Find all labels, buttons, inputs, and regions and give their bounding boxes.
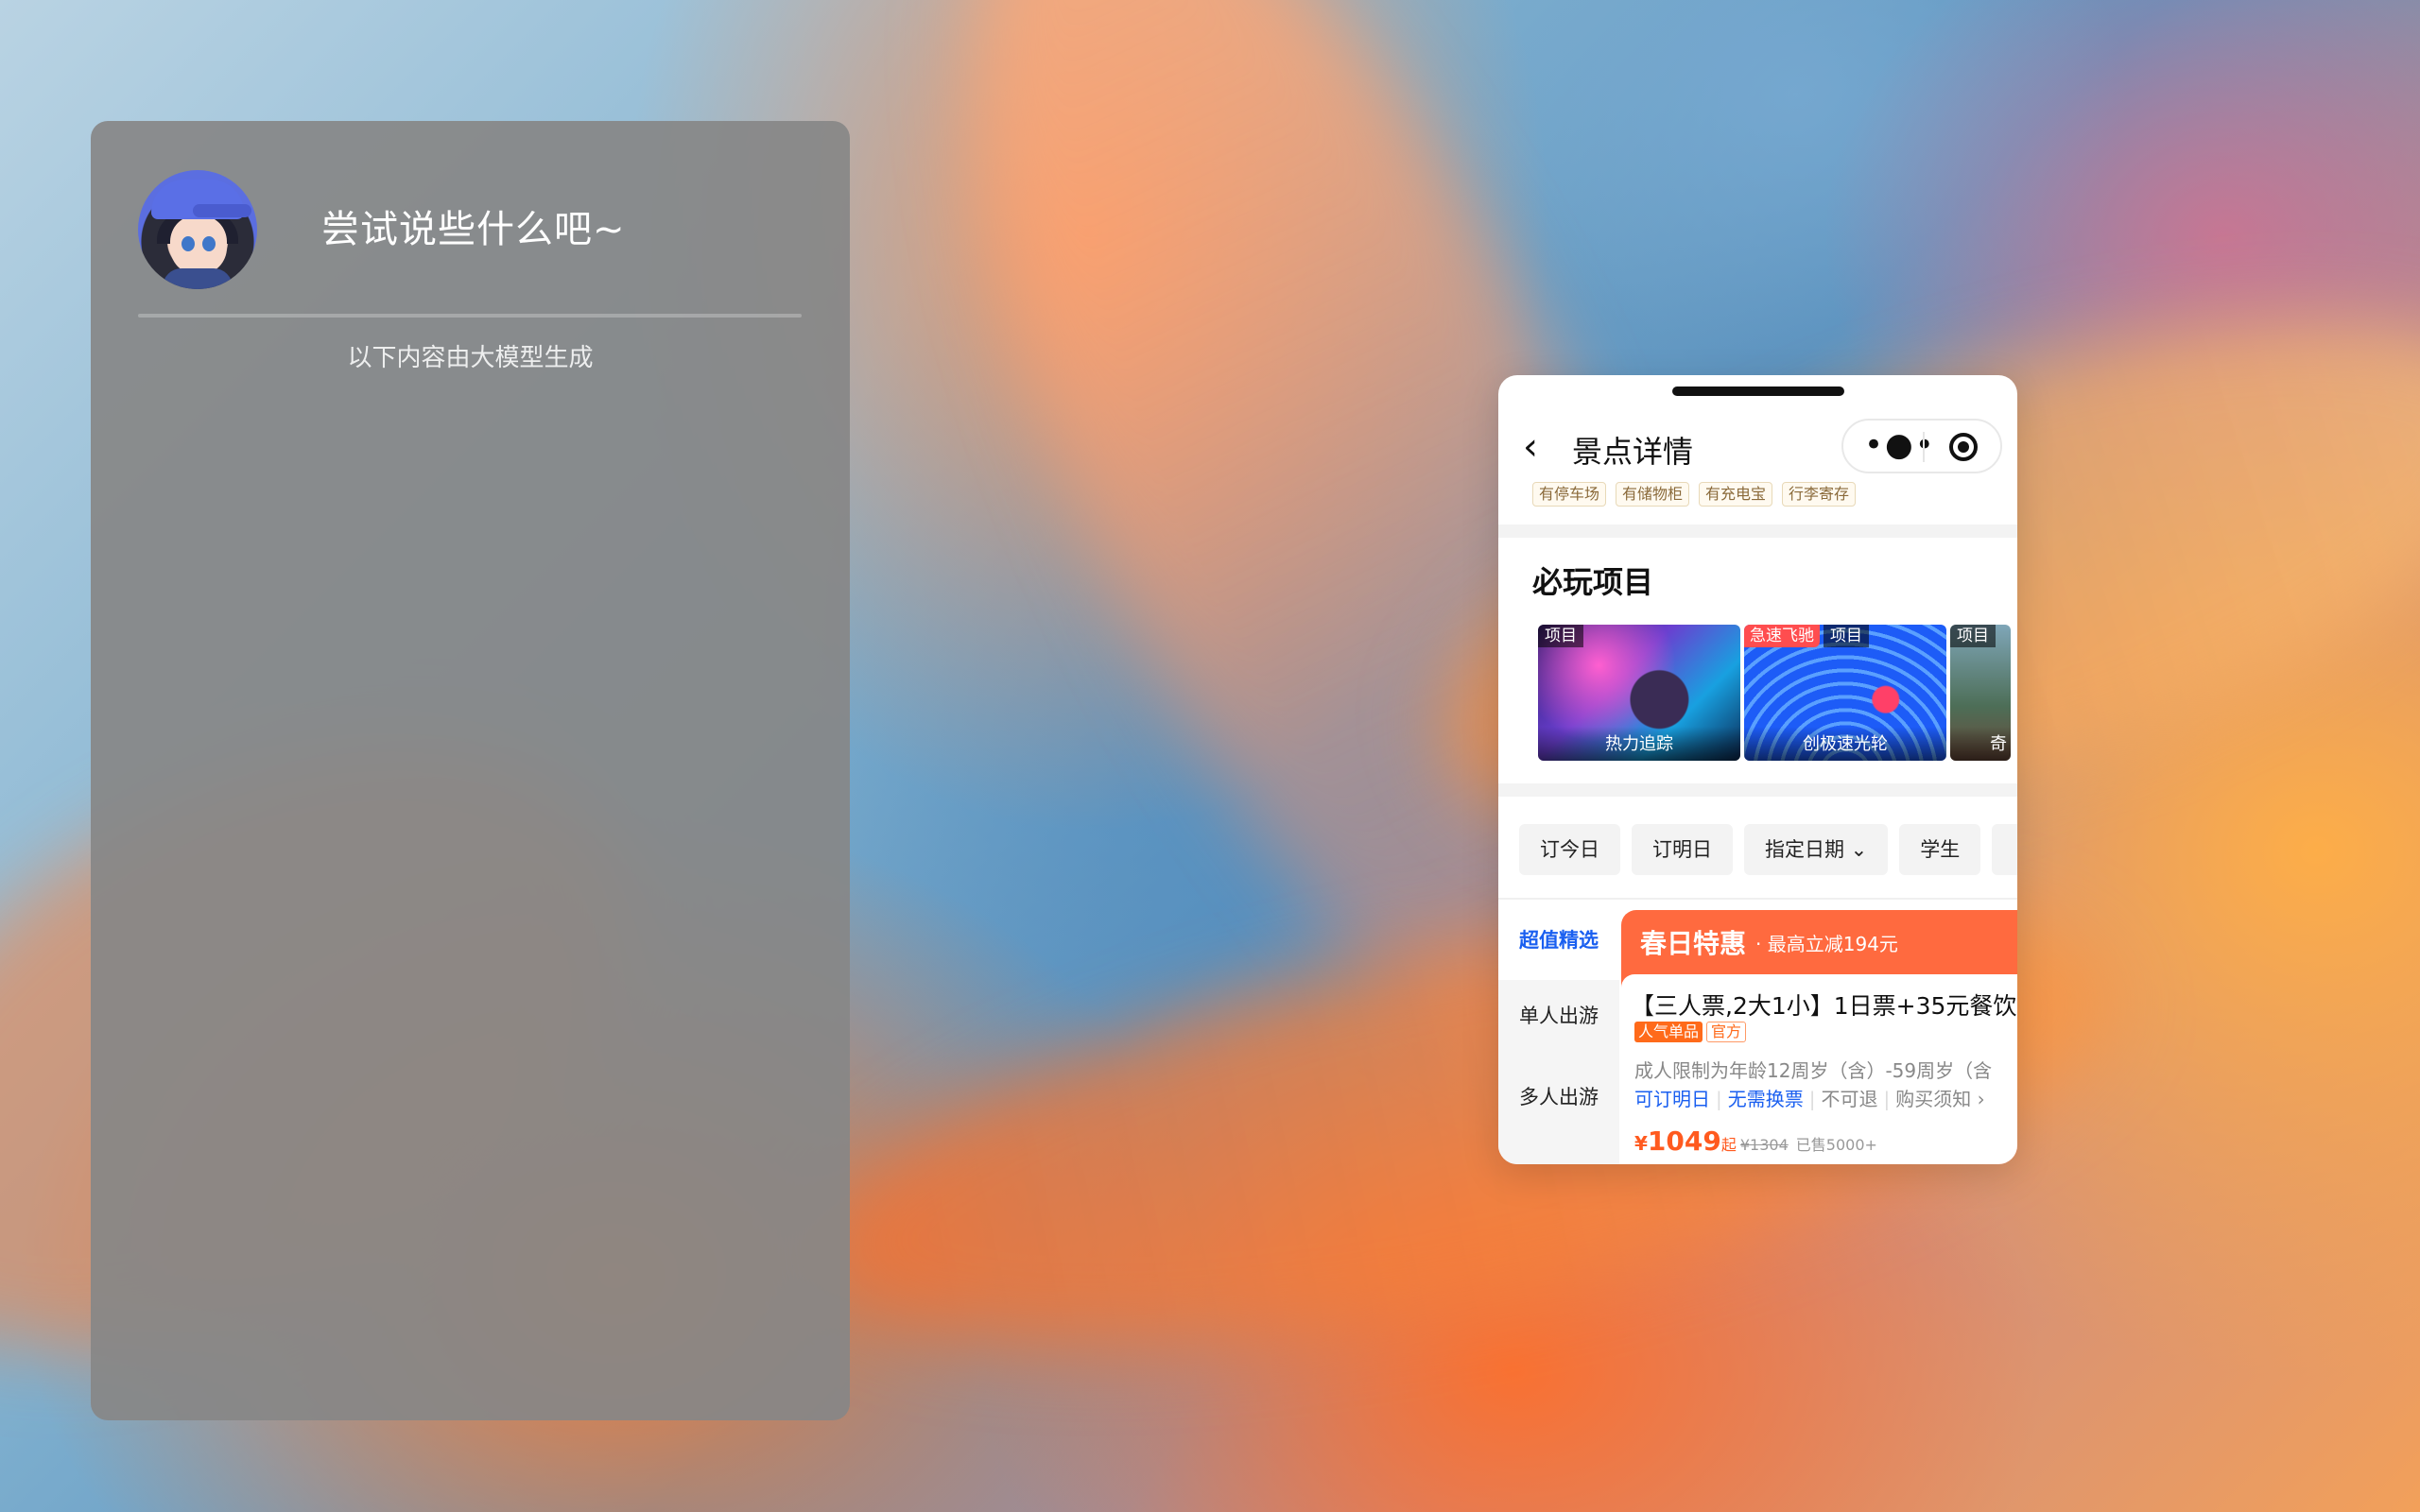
capsule-divider	[1923, 432, 1925, 462]
side-item-single[interactable]: 单人出游	[1498, 1001, 1619, 1029]
divider	[1498, 898, 2017, 900]
card-name: 奇	[1950, 727, 2011, 761]
card-name: 热力追踪	[1538, 727, 1740, 761]
feature-separator: |	[1716, 1088, 1722, 1110]
product-title: 【三人票,2大1小】1日票+35元餐饮	[1631, 992, 2017, 1020]
side-item-best-value[interactable]: 超值精选	[1498, 901, 1619, 980]
promo-subtitle: · 最高立减194元	[1755, 933, 1898, 955]
spring-promo-card: 春日特惠 · 最高立减194元 【三人票,2大1小】1日票+35元餐饮 人气单品…	[1621, 910, 2017, 1164]
ai-generated-note: 以下内容由大模型生成	[347, 344, 594, 372]
facility-tags: 有停车场 有储物柜 有充电宝 行李寄存	[1532, 482, 1857, 507]
price-value: 1049	[1647, 1125, 1721, 1157]
product-price-row: ¥1049起 ¥1304 已售5000+	[1634, 1125, 1877, 1157]
filter-today[interactable]: 订今日	[1519, 824, 1620, 875]
must-play-section: 必玩项目 项目 热力追踪 急速飞驰 项目 创极速光轮 项目 奇	[1512, 538, 2017, 782]
attraction-card[interactable]: 急速飞驰 项目 创极速光轮	[1744, 625, 1946, 761]
product-badges: 人气单品 官方	[1634, 1022, 1747, 1042]
product-features: 可订明日 | 无需换票 | 不可退 | 购买须知 ›	[1634, 1084, 1985, 1111]
target-icon[interactable]	[1949, 433, 1978, 461]
sold-count: 已售5000+	[1795, 1136, 1877, 1154]
ticket-product[interactable]: 【三人票,2大1小】1日票+35元餐饮 人气单品 官方 成人限制为年龄12周岁（…	[1621, 974, 2017, 1164]
hot-badge: 急速飞驰	[1744, 625, 1820, 647]
section-separator	[1498, 524, 2017, 538]
voice-assistant-panel: 尝试说些什么吧~ 以下内容由大模型生成	[91, 121, 850, 1420]
original-price: ¥1304	[1739, 1136, 1789, 1154]
promo-title: 春日特惠	[1640, 928, 1747, 959]
price: ¥1049	[1634, 1125, 1721, 1157]
assistant-avatar[interactable]	[138, 170, 257, 289]
attraction-card[interactable]: 项目 奇	[1950, 625, 2011, 761]
feature-non-refundable: 不可退	[1821, 1088, 1878, 1110]
ticket-category-nav: 超值精选 单人出游 多人出游	[1498, 901, 1619, 1164]
official-badge: 官方	[1706, 1022, 1747, 1042]
section-title: 必玩项目	[1532, 564, 1654, 600]
chevron-left-icon[interactable]: ‹	[1523, 428, 1538, 466]
feature-no-exchange: 无需换票	[1727, 1088, 1804, 1110]
price-suffix: 起	[1720, 1136, 1737, 1154]
popular-badge: 人气单品	[1634, 1022, 1703, 1042]
feature-separator: |	[1883, 1088, 1891, 1110]
currency-symbol: ¥	[1634, 1132, 1648, 1155]
facility-tag: 有停车场	[1532, 482, 1607, 507]
attraction-card[interactable]: 项目 热力追踪	[1538, 625, 1740, 761]
capsule-menu: •●•	[1841, 419, 2002, 473]
attraction-cards: 项目 热力追踪 急速飞驰 项目 创极速光轮 项目 奇	[1538, 625, 2011, 761]
card-name: 创极速光轮	[1744, 727, 1946, 761]
filter-tomorrow[interactable]: 订明日	[1632, 824, 1733, 875]
filter-date[interactable]: 指定日期 ⌄	[1744, 824, 1889, 875]
facility-tag: 有充电宝	[1699, 482, 1773, 507]
miniapp-window: ‹ 景点详情 •●• 有停车场 有储物柜 有充电宝 行李寄存 必玩项目 项目 热…	[1498, 375, 2017, 1164]
side-item-group[interactable]: 多人出游	[1498, 1082, 1619, 1110]
assistant-prompt: 尝试说些什么吧~	[321, 208, 626, 251]
filter-student[interactable]: 学生	[1899, 824, 1981, 875]
filter-more[interactable]	[1992, 824, 2017, 875]
page-title: 景点详情	[1572, 434, 1694, 470]
card-tag: 项目	[1538, 625, 1583, 647]
avatar-body	[163, 268, 233, 289]
card-tag: 项目	[1824, 625, 1869, 647]
avatar-eye	[182, 236, 195, 251]
product-description: 成人限制为年龄12周岁（含）-59周岁（含	[1634, 1059, 1993, 1082]
facility-tag: 有储物柜	[1616, 482, 1690, 507]
divider	[138, 314, 802, 318]
drag-handle[interactable]	[1672, 387, 1844, 396]
section-separator	[1498, 783, 2017, 797]
feature-separator: |	[1808, 1088, 1816, 1110]
feature-book-tomorrow: 可订明日	[1634, 1088, 1710, 1110]
card-tag: 项目	[1950, 625, 1996, 647]
more-dots-icon[interactable]: •●•	[1864, 426, 1936, 464]
avatar-eye	[202, 236, 216, 251]
avatar-face	[170, 215, 227, 274]
date-filters: 订今日 订明日 指定日期 ⌄ 学生	[1519, 824, 2017, 875]
purchase-notice-link[interactable]: 购买须知 ›	[1895, 1088, 1984, 1110]
facility-tag: 行李寄存	[1782, 482, 1857, 507]
nav-bar: ‹ 景点详情 •●•	[1498, 411, 2017, 483]
avatar-cap-brim	[193, 204, 251, 217]
